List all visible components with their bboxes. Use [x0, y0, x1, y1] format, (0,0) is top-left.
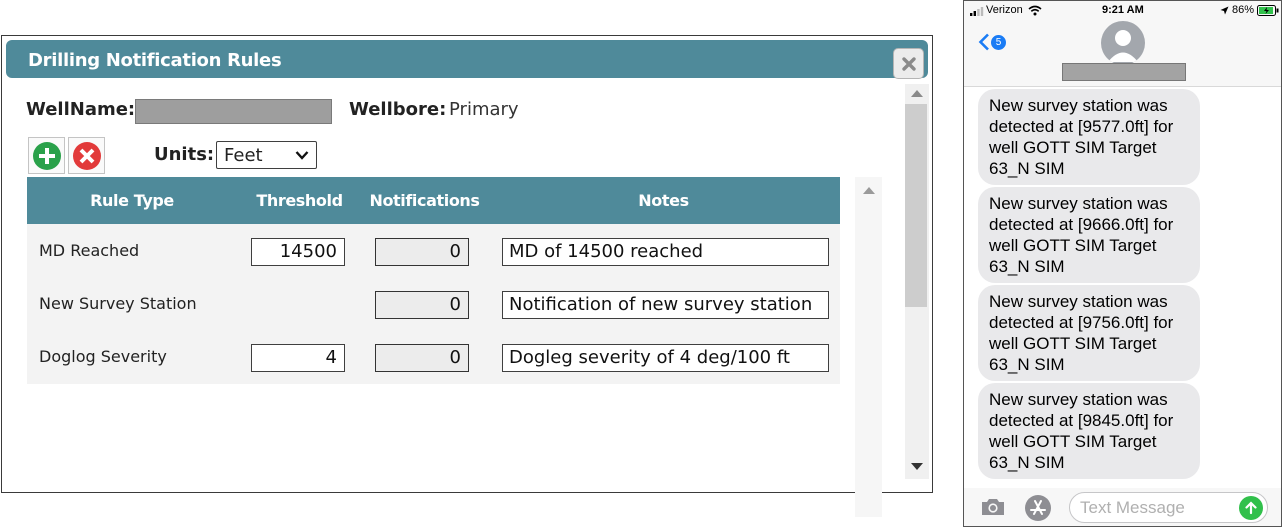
- scroll-up-icon[interactable]: [863, 187, 875, 194]
- wellname-field[interactable]: [135, 99, 332, 124]
- scrollbar-thumb[interactable]: [905, 104, 927, 307]
- status-bar: Verizon 9:21 AM 86%: [964, 1, 1281, 21]
- send-arrow-icon: [1245, 501, 1257, 515]
- column-header-rule-type[interactable]: Rule Type: [27, 191, 237, 210]
- notifications-field: 0: [375, 344, 469, 372]
- camera-button[interactable]: [980, 497, 1006, 521]
- signal-icon: [970, 7, 984, 16]
- threshold-input[interactable]: 14500: [251, 238, 345, 266]
- table-scrollbar[interactable]: [855, 177, 882, 517]
- wifi-icon: [1028, 5, 1042, 16]
- carrier-name: Verizon: [986, 4, 1023, 16]
- message-bubble[interactable]: New survey station was detected at [9756…: [978, 285, 1200, 381]
- back-badge: 5: [991, 35, 1006, 50]
- column-header-notifications[interactable]: Notifications: [367, 191, 482, 210]
- close-icon: [901, 56, 916, 71]
- add-rule-button[interactable]: [28, 137, 65, 174]
- notifications-field: 0: [375, 238, 469, 266]
- column-header-threshold[interactable]: Threshold: [242, 191, 357, 210]
- location-icon: [1220, 6, 1229, 15]
- conversation-header: Verizon 9:21 AM 86% 5: [964, 1, 1281, 87]
- status-time: 9:21 AM: [1102, 4, 1144, 16]
- wellbore-label: Wellbore:: [349, 99, 447, 120]
- avatar-icon: [1108, 30, 1138, 62]
- scroll-down-icon[interactable]: [911, 463, 923, 470]
- message-bubble[interactable]: New survey station was detected at [9666…: [978, 187, 1200, 283]
- chevron-down-icon: [295, 151, 309, 160]
- battery-percent: 86%: [1232, 4, 1255, 16]
- close-button[interactable]: [893, 48, 924, 79]
- send-button[interactable]: [1239, 496, 1263, 520]
- wellbore-value: Primary: [449, 99, 519, 120]
- table-header: Rule Type Threshold Notifications Notes: [27, 177, 840, 224]
- back-chevron-icon: [978, 33, 989, 51]
- notes-input[interactable]: Notification of new survey station: [502, 291, 829, 319]
- threshold-input[interactable]: 4: [251, 344, 345, 372]
- column-header-notes[interactable]: Notes: [502, 191, 825, 210]
- dialog-title: Drilling Notification Rules: [28, 50, 282, 71]
- notes-input[interactable]: Dogleg severity of 4 deg/100 ft: [502, 344, 829, 372]
- back-button[interactable]: 5: [978, 33, 1006, 55]
- message-bubble[interactable]: New survey station was detected at [9577…: [978, 89, 1200, 185]
- dialog-title-bar[interactable]: Drilling Notification Rules: [6, 40, 928, 79]
- drilling-notification-dialog: Drilling Notification Rules WellName: We…: [1, 35, 933, 517]
- units-select[interactable]: Feet: [216, 141, 317, 169]
- units-value: Feet: [224, 144, 263, 166]
- delete-rule-button[interactable]: [68, 137, 105, 174]
- phone-screen: Verizon 9:21 AM 86% 5 New survey station…: [963, 0, 1282, 527]
- notifications-field: 0: [375, 291, 469, 319]
- wellname-label: WellName:: [26, 99, 136, 120]
- app-store-button[interactable]: [1024, 494, 1052, 526]
- battery-icon: [1257, 5, 1279, 16]
- delete-icon: [72, 141, 101, 170]
- camera-icon: [982, 499, 1004, 515]
- add-icon: [32, 141, 61, 170]
- contact-name-redacted: [1062, 63, 1186, 81]
- rule-type-cell: MD Reached: [39, 241, 140, 260]
- contact-avatar[interactable]: [1101, 21, 1145, 65]
- app-store-icon: [1025, 495, 1051, 521]
- scroll-up-icon[interactable]: [911, 90, 923, 97]
- rule-type-cell: Doglog Severity: [39, 347, 167, 366]
- rule-type-cell: New Survey Station: [39, 294, 197, 313]
- message-bubble[interactable]: New survey station was detected at [9845…: [978, 383, 1200, 479]
- units-label: Units:: [154, 144, 215, 165]
- rules-table: Rule Type Threshold Notifications Notes …: [27, 177, 840, 384]
- notes-input[interactable]: MD of 14500 reached: [502, 238, 829, 266]
